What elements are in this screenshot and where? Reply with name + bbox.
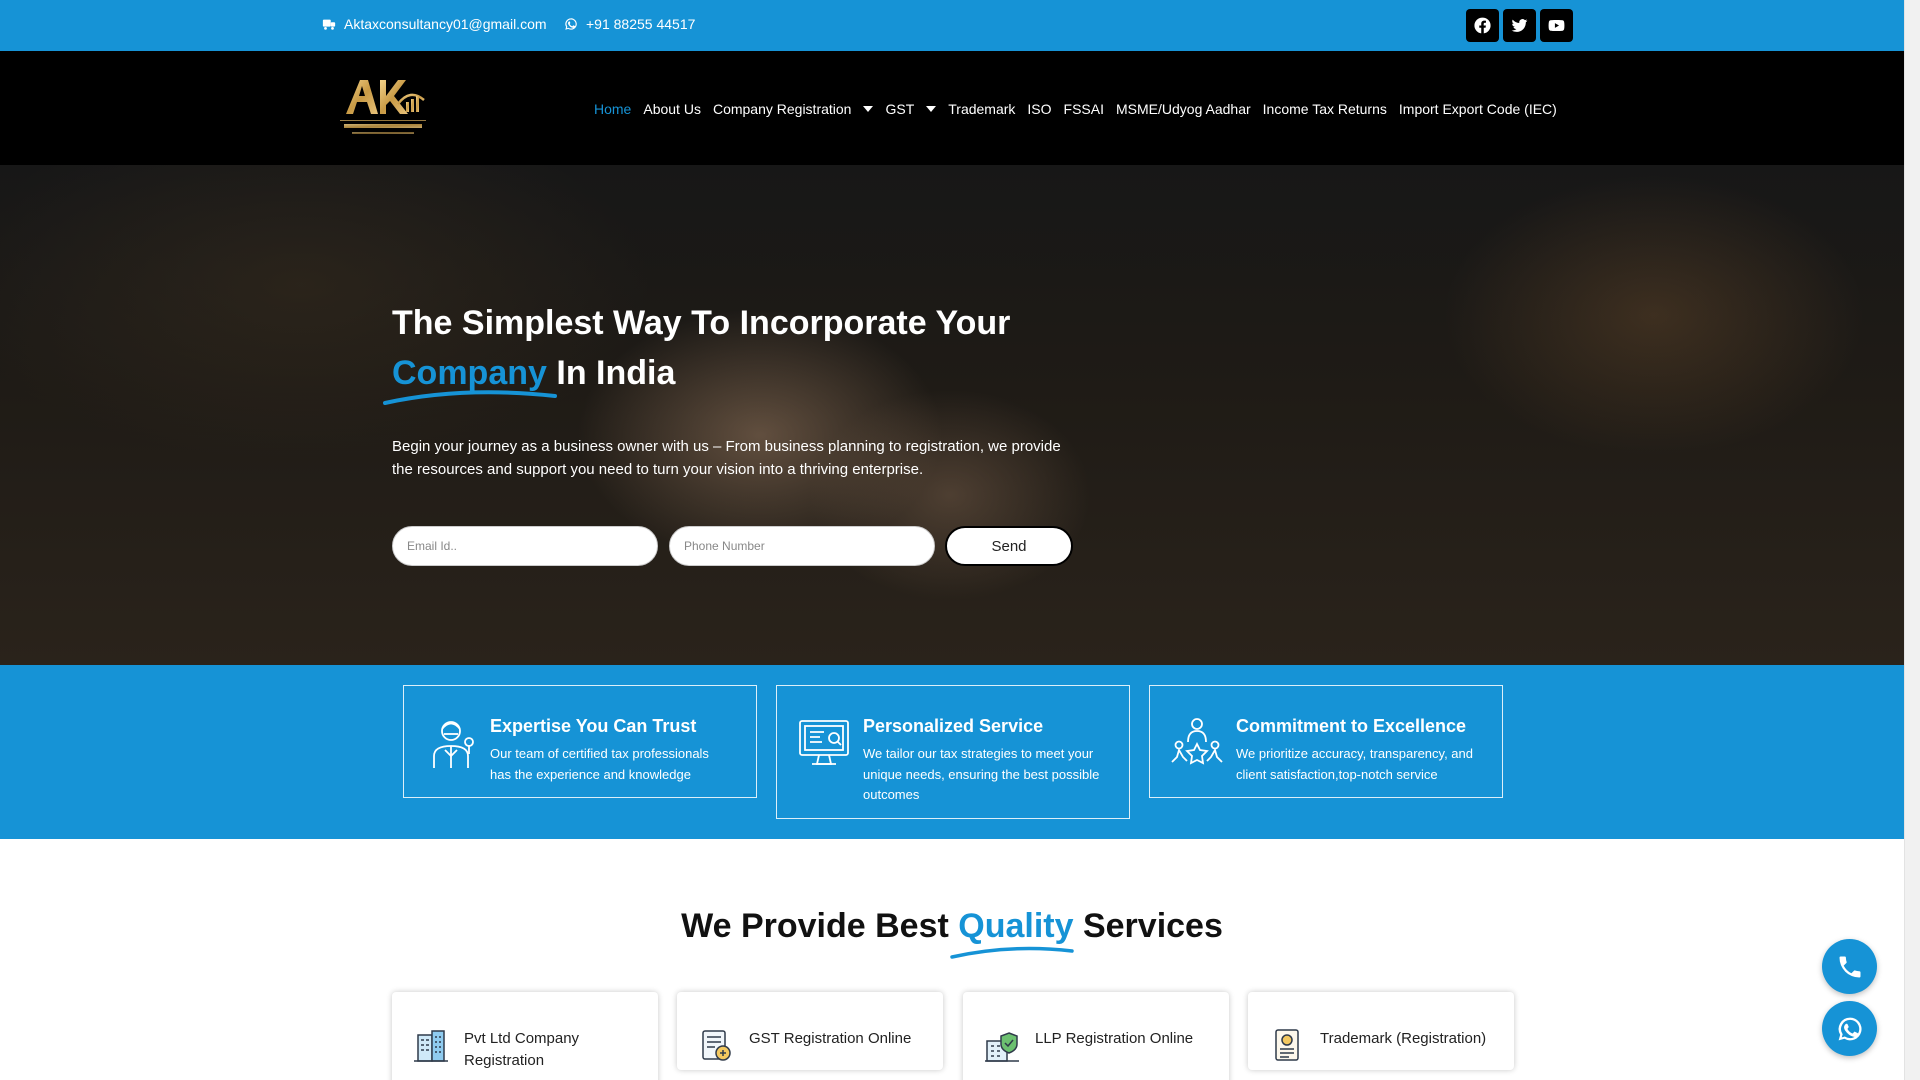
feature-card-commitment: Commitment to Excellence We prioritize a… — [1149, 685, 1503, 798]
nav-company-registration[interactable]: Company Registration — [707, 100, 880, 118]
ak-tax-consultancy-logo[interactable] — [338, 74, 428, 140]
feature-description: Our team of certified tax professionals … — [490, 746, 709, 782]
feature-description: We prioritize accuracy, transparency, an… — [1236, 746, 1473, 782]
whatsapp-float-button[interactable] — [1822, 1001, 1877, 1056]
nav-label: Income Tax Returns — [1262, 101, 1387, 117]
twitter-link[interactable] — [1503, 9, 1536, 42]
nav-home[interactable]: Home — [588, 100, 637, 118]
services-heading: We Provide Best Quality Services — [0, 907, 1904, 946]
expert-icon — [433, 721, 474, 768]
nav-income-tax-returns[interactable]: Income Tax Returns — [1257, 100, 1393, 118]
feature-title: Personalized Service — [863, 716, 1044, 736]
services-heading-highlight: Quality — [958, 907, 1074, 945]
nav-label: GST — [885, 101, 915, 117]
phone-icon — [1839, 956, 1860, 977]
top-bar: Aktaxconsultancy01@gmail.com +91 88255 4… — [0, 0, 1904, 51]
nav-label: Trademark — [948, 101, 1016, 117]
call-float-button[interactable] — [1822, 939, 1877, 994]
services-heading-pre: We Provide Best — [681, 907, 959, 945]
main-header: Home About Us Company Registration GST T… — [0, 51, 1904, 181]
nav-fssai[interactable]: FSSAI — [1058, 100, 1110, 118]
gst-icon — [702, 1030, 731, 1061]
hero-title-rest: In India — [546, 354, 676, 392]
email-contact[interactable]: Aktaxconsultancy01@gmail.com — [322, 16, 547, 32]
whatsapp-icon — [565, 18, 577, 30]
send-button[interactable]: Send — [945, 526, 1073, 566]
service-card-gst[interactable]: GST Registration Online — [677, 992, 943, 1070]
nav-label: ISO — [1027, 101, 1052, 117]
hero-title-line1: The Simplest Way To Incorporate Your — [392, 304, 1011, 342]
mail-truck-icon — [322, 19, 336, 30]
whatsapp-icon — [1838, 1017, 1862, 1040]
main-navigation: Home About Us Company Registration GST T… — [588, 100, 1563, 118]
phone-input[interactable] — [669, 526, 935, 566]
nav-msme-udyog-aadhar[interactable]: MSME/Udyog Aadhar — [1110, 100, 1257, 118]
feature-title: Commitment to Excellence — [1236, 716, 1467, 736]
hero-background-glow — [1254, 165, 1904, 665]
service-card-trademark[interactable]: Trademark (Registration) — [1248, 992, 1514, 1070]
nav-label: FSSAI — [1063, 101, 1105, 117]
service-card-pvt-ltd[interactable]: Pvt Ltd Company Registration — [392, 992, 658, 1080]
service-label: GST Registration Online — [749, 1030, 912, 1047]
nav-trademark[interactable]: Trademark — [942, 100, 1021, 118]
youtube-icon — [1548, 19, 1565, 32]
services-heading-post: Services — [1073, 907, 1223, 945]
computer-icon — [799, 720, 849, 765]
feature-description: We tailor our tax strategies to meet you… — [863, 746, 1100, 802]
nav-label: Home — [594, 101, 632, 117]
nav-label: Import Export Code (IEC) — [1398, 101, 1557, 117]
hero-title-highlight: Company — [392, 354, 547, 392]
facebook-icon — [1474, 17, 1491, 34]
nav-import-export-code[interactable]: Import Export Code (IEC) — [1393, 100, 1563, 118]
service-label: Pvt Ltd Company Registration — [464, 1030, 580, 1069]
nav-gst[interactable]: GST — [879, 100, 942, 118]
phone-contact[interactable]: +91 88255 44517 — [564, 16, 695, 32]
service-label: LLP Registration Online — [1035, 1030, 1194, 1047]
features-band: Expertise You Can Trust Our team of cert… — [0, 665, 1904, 839]
trademark-icon — [1275, 1029, 1299, 1061]
nav-about-us[interactable]: About Us — [637, 100, 707, 118]
nav-iso[interactable]: ISO — [1021, 100, 1057, 118]
service-card-llp[interactable]: LLP Registration Online — [963, 992, 1229, 1080]
phone-text: +91 88255 44517 — [586, 16, 696, 32]
service-label: Trademark (Registration) — [1320, 1030, 1487, 1047]
email-input[interactable] — [392, 526, 658, 566]
hero-section: The Simplest Way To Incorporate Your Com… — [0, 165, 1904, 665]
feature-card-personalized: Personalized Service We tailor our tax s… — [776, 685, 1130, 819]
nav-label: MSME/Udyog Aadhar — [1116, 101, 1251, 117]
nav-label: Company Registration — [712, 101, 852, 117]
feature-title: Expertise You Can Trust — [490, 716, 697, 736]
email-text: Aktaxconsultancy01@gmail.com — [344, 16, 547, 32]
hero-description: Begin your journey as a business owner w… — [392, 438, 1061, 478]
page-scrollbar[interactable] — [1904, 0, 1920, 1080]
llp-icon — [985, 1032, 1019, 1062]
nav-label: About Us — [643, 101, 701, 117]
services-swoosh — [950, 946, 1074, 959]
twitter-icon — [1511, 19, 1528, 32]
facebook-link[interactable] — [1466, 9, 1499, 42]
feature-card-expertise: Expertise You Can Trust Our team of cert… — [403, 685, 757, 798]
youtube-link[interactable] — [1540, 9, 1573, 42]
building-icon — [414, 1030, 448, 1062]
team-star-icon — [1171, 718, 1223, 765]
caret-down-icon — [863, 106, 874, 112]
caret-down-icon — [926, 106, 937, 112]
highlight-swoosh — [383, 390, 557, 405]
